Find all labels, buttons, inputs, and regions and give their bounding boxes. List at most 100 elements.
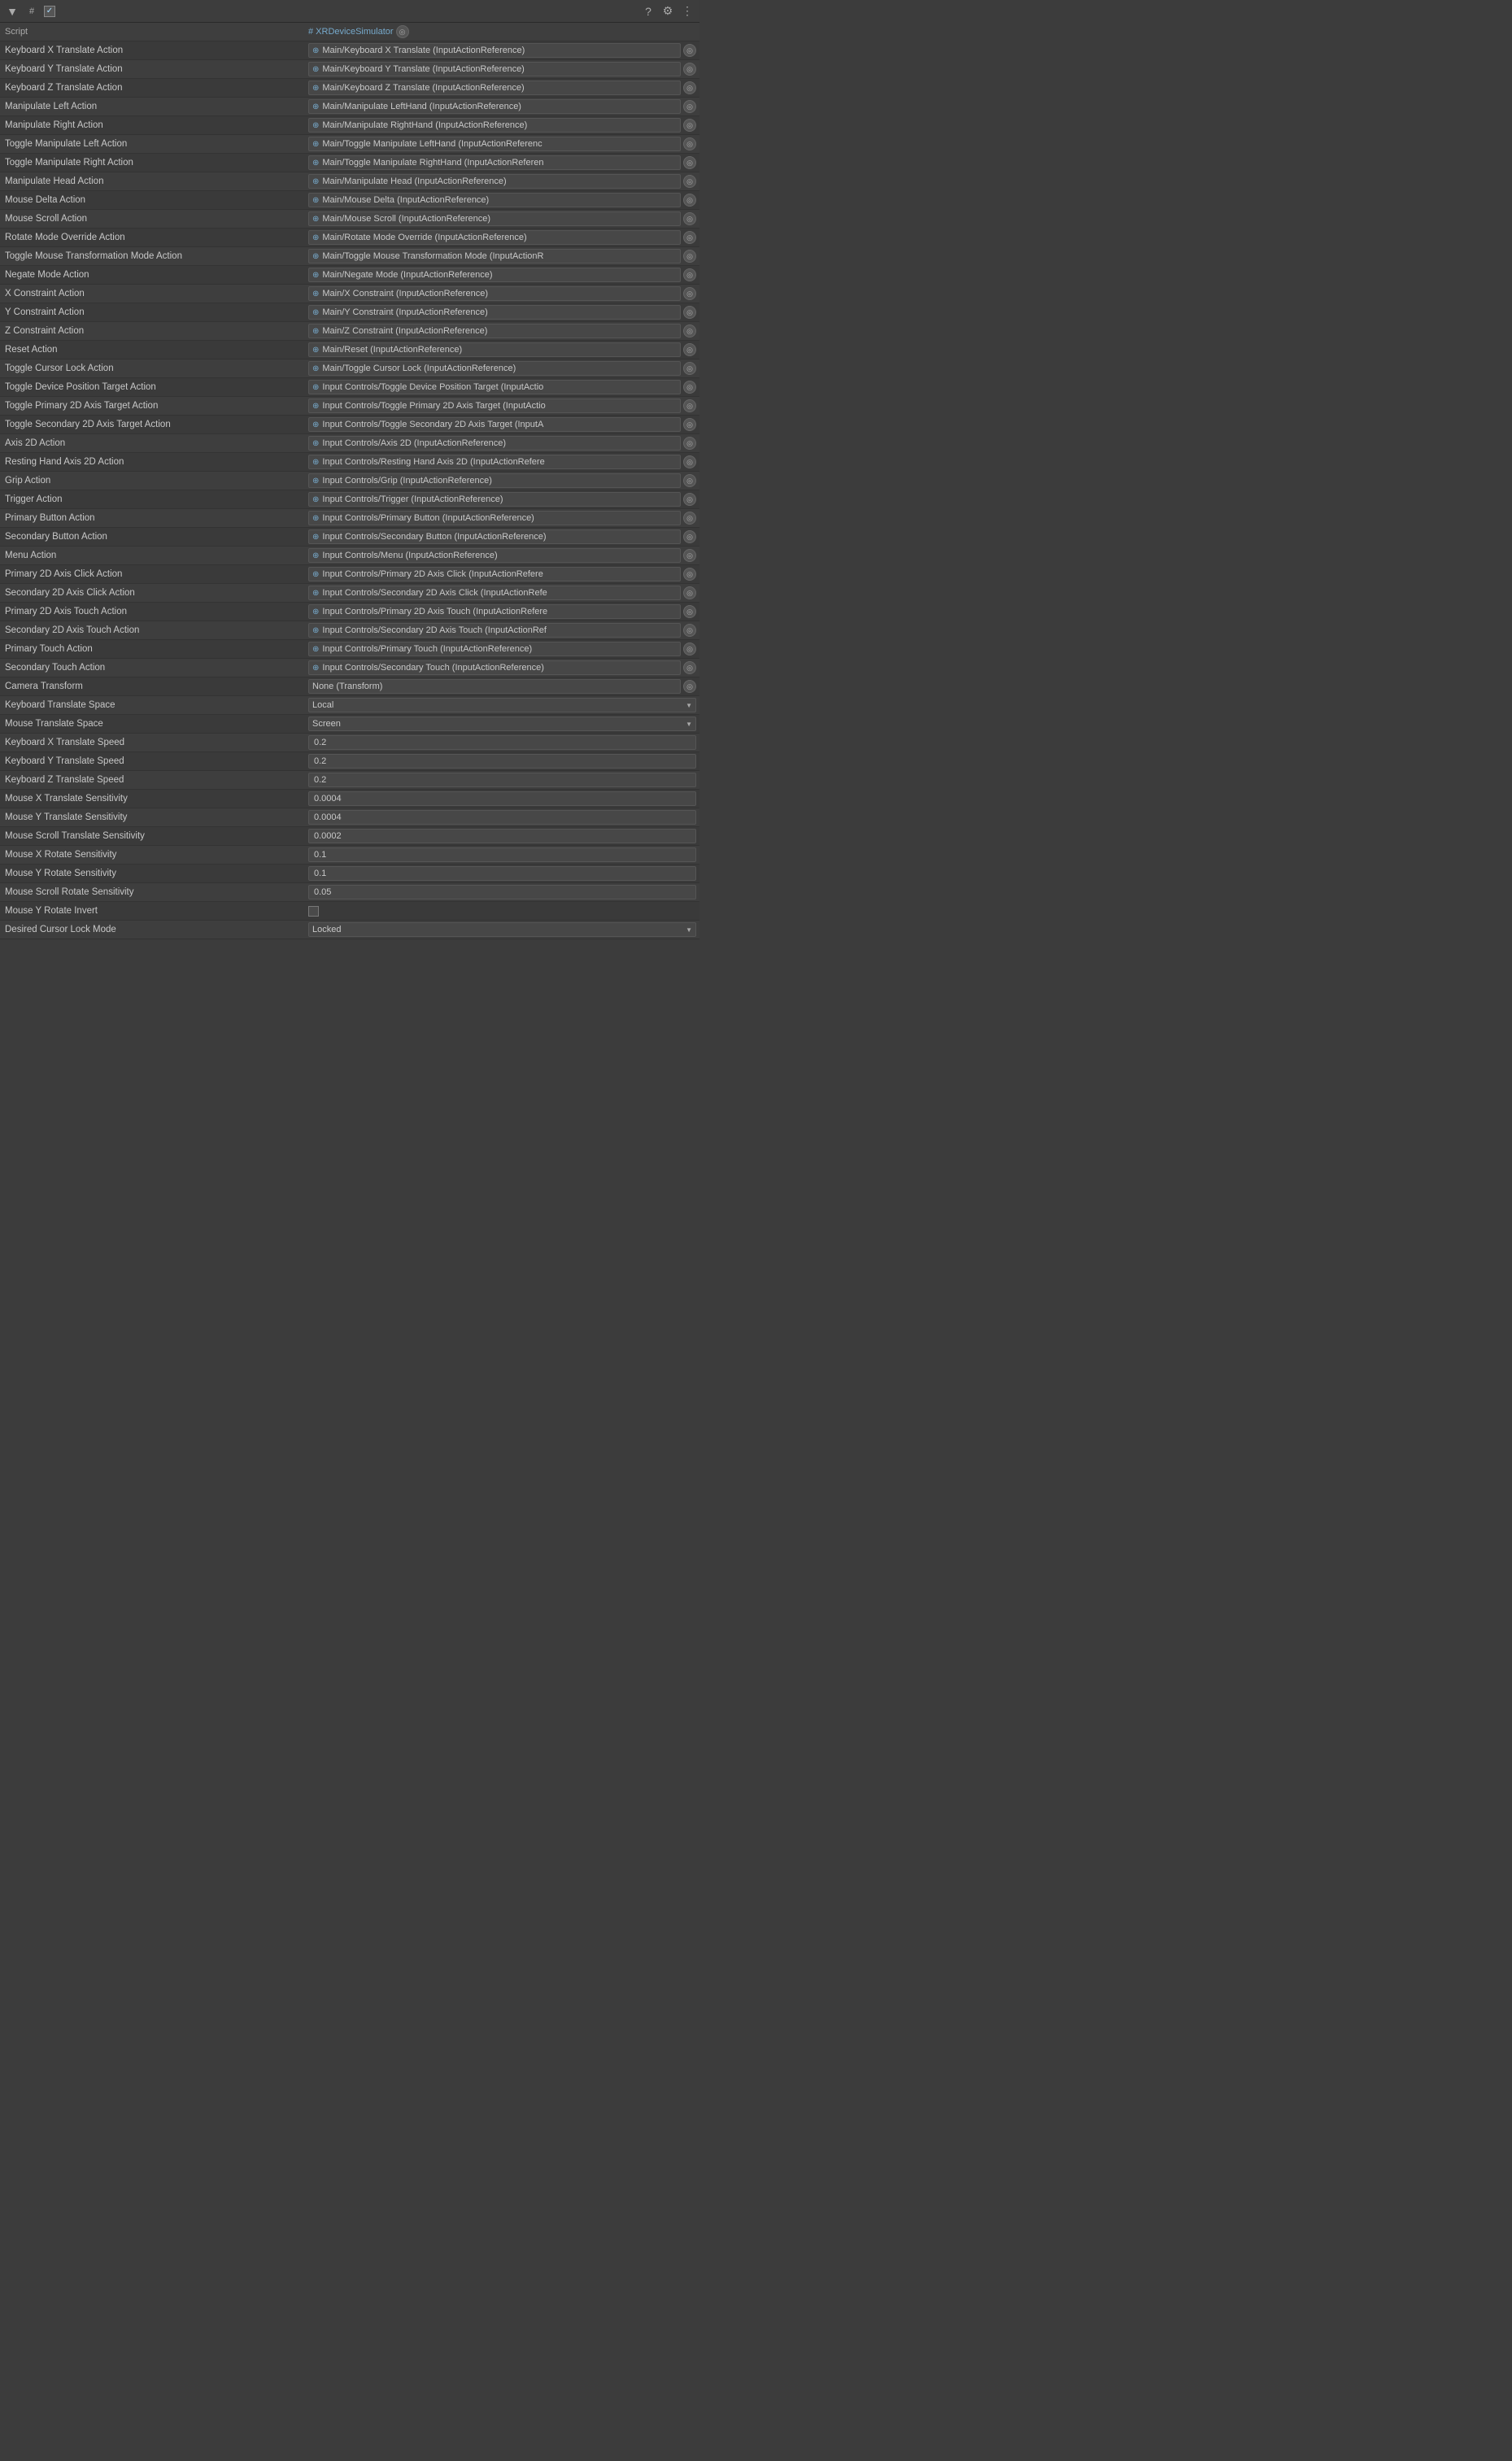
action-ref-box[interactable]: ⊕Input Controls/Secondary Touch (InputAc… (308, 660, 681, 675)
action-ref-icon: ⊕ (312, 46, 319, 55)
action-ref-box[interactable]: ⊕Main/Manipulate Head (InputActionRefere… (308, 174, 681, 189)
circle-select-btn[interactable]: ◎ (683, 399, 696, 412)
table-row: Grip Action⊕Input Controls/Grip (InputAc… (0, 472, 699, 490)
action-ref-box[interactable]: ⊕Main/Manipulate LeftHand (InputActionRe… (308, 99, 681, 114)
action-ref-box[interactable]: ⊕Input Controls/Toggle Device Position T… (308, 380, 681, 394)
action-ref-box[interactable]: ⊕Input Controls/Secondary 2D Axis Touch … (308, 623, 681, 638)
circle-select-btn[interactable]: ◎ (683, 418, 696, 431)
circle-select-btn[interactable]: ◎ (683, 474, 696, 487)
action-ref-box[interactable]: ⊕Main/Mouse Delta (InputActionReference) (308, 193, 681, 207)
row-value: ⊕Main/Z Constraint (InputActionReference… (305, 322, 699, 340)
action-ref-box[interactable]: ⊕Input Controls/Primary Touch (InputActi… (308, 642, 681, 656)
circle-select-btn[interactable]: ◎ (683, 119, 696, 132)
circle-select-btn[interactable]: ◎ (683, 493, 696, 506)
circle-select-btn[interactable]: ◎ (683, 343, 696, 356)
action-ref-box[interactable]: ⊕Input Controls/Primary 2D Axis Click (I… (308, 567, 681, 581)
action-ref-box[interactable]: ⊕Main/Keyboard Z Translate (InputActionR… (308, 81, 681, 95)
circle-select-btn[interactable]: ◎ (683, 437, 696, 450)
action-ref-box[interactable]: ⊕Main/Toggle Manipulate LeftHand (InputA… (308, 137, 681, 151)
circle-select-btn[interactable]: ◎ (683, 624, 696, 637)
circle-select-btn[interactable]: ◎ (683, 250, 696, 263)
action-ref-box[interactable]: ⊕Main/Negate Mode (InputActionReference) (308, 268, 681, 282)
row-value: ⊕Main/Y Constraint (InputActionReference… (305, 303, 699, 321)
row-label: Toggle Mouse Transformation Mode Action (0, 250, 305, 263)
circle-select-btn[interactable]: ◎ (683, 287, 696, 300)
circle-select-btn[interactable]: ◎ (683, 81, 696, 94)
none-ref-box[interactable]: None (Transform) (308, 679, 681, 694)
action-ref-box[interactable]: ⊕Main/Mouse Scroll (InputActionReference… (308, 211, 681, 226)
settings-icon[interactable]: ⚙ (660, 4, 675, 19)
action-ref-box[interactable]: ⊕Main/Toggle Cursor Lock (InputActionRef… (308, 361, 681, 376)
circle-select-btn[interactable]: ◎ (683, 100, 696, 113)
table-row: Toggle Primary 2D Axis Target Action⊕Inp… (0, 397, 699, 416)
number-field[interactable]: 0.1 (308, 866, 696, 881)
circle-select-btn[interactable]: ◎ (683, 362, 696, 375)
overflow-icon[interactable]: ⋮ (680, 4, 695, 19)
checkbox-field[interactable] (308, 906, 319, 917)
circle-select-btn[interactable]: ◎ (683, 231, 696, 244)
action-ref-box[interactable]: ⊕Input Controls/Axis 2D (InputActionRefe… (308, 436, 681, 451)
action-ref-text: Input Controls/Secondary Button (InputAc… (322, 532, 677, 542)
circle-select-btn[interactable]: ◎ (683, 605, 696, 618)
action-ref-box[interactable]: ⊕Main/Rotate Mode Override (InputActionR… (308, 230, 681, 245)
number-field[interactable]: 0.2 (308, 735, 696, 750)
circle-select-btn[interactable]: ◎ (396, 25, 409, 38)
circle-select-btn[interactable]: ◎ (683, 63, 696, 76)
circle-select-btn[interactable]: ◎ (683, 156, 696, 169)
circle-select-btn[interactable]: ◎ (683, 568, 696, 581)
circle-select-btn[interactable]: ◎ (683, 194, 696, 207)
action-ref-box[interactable]: ⊕Input Controls/Secondary 2D Axis Click … (308, 586, 681, 600)
circle-select-btn[interactable]: ◎ (683, 44, 696, 57)
action-ref-box[interactable]: ⊕Input Controls/Grip (InputActionReferen… (308, 473, 681, 488)
circle-select-btn[interactable]: ◎ (683, 642, 696, 656)
action-ref-box[interactable]: ⊕Main/Keyboard Y Translate (InputActionR… (308, 62, 681, 76)
action-ref-box[interactable]: ⊕Input Controls/Toggle Secondary 2D Axis… (308, 417, 681, 432)
circle-select-btn[interactable]: ◎ (683, 268, 696, 281)
circle-select-btn[interactable]: ◎ (683, 586, 696, 599)
number-field[interactable]: 0.2 (308, 773, 696, 787)
enabled-checkbox[interactable] (44, 6, 55, 17)
collapse-arrow[interactable]: ▼ (5, 4, 20, 19)
number-field[interactable]: 0.05 (308, 885, 696, 899)
circle-select-btn[interactable]: ◎ (683, 680, 696, 693)
action-ref-box[interactable]: ⊕Main/Z Constraint (InputActionReference… (308, 324, 681, 338)
action-ref-box[interactable]: ⊕Main/Toggle Manipulate RightHand (Input… (308, 155, 681, 170)
table-row: Manipulate Head Action⊕Main/Manipulate H… (0, 172, 699, 191)
circle-select-btn[interactable]: ◎ (683, 212, 696, 225)
action-ref-box[interactable]: ⊕Main/Keyboard X Translate (InputActionR… (308, 43, 681, 58)
circle-select-btn[interactable]: ◎ (683, 455, 696, 468)
circle-select-btn[interactable]: ◎ (683, 175, 696, 188)
action-ref-box[interactable]: ⊕Input Controls/Primary 2D Axis Touch (I… (308, 604, 681, 619)
action-ref-icon: ⊕ (312, 121, 319, 130)
number-field[interactable]: 0.0004 (308, 810, 696, 825)
select-field[interactable]: Locked▼ (308, 922, 696, 937)
action-ref-box[interactable]: ⊕Input Controls/Toggle Primary 2D Axis T… (308, 399, 681, 413)
circle-select-btn[interactable]: ◎ (683, 381, 696, 394)
action-ref-box[interactable]: ⊕Input Controls/Resting Hand Axis 2D (In… (308, 455, 681, 469)
action-ref-icon: ⊕ (312, 402, 319, 411)
select-field[interactable]: Screen▼ (308, 717, 696, 731)
action-ref-box[interactable]: ⊕Main/Manipulate RightHand (InputActionR… (308, 118, 681, 133)
action-ref-box[interactable]: ⊕Main/Reset (InputActionReference) (308, 342, 681, 357)
circle-select-btn[interactable]: ◎ (683, 661, 696, 674)
action-ref-box[interactable]: ⊕Input Controls/Menu (InputActionReferen… (308, 548, 681, 563)
action-ref-box[interactable]: ⊕Main/X Constraint (InputActionReference… (308, 286, 681, 301)
table-row: Toggle Manipulate Left Action⊕Main/Toggl… (0, 135, 699, 154)
circle-select-btn[interactable]: ◎ (683, 137, 696, 150)
action-ref-box[interactable]: ⊕Input Controls/Primary Button (InputAct… (308, 511, 681, 525)
action-ref-box[interactable]: ⊕Input Controls/Trigger (InputActionRefe… (308, 492, 681, 507)
number-field[interactable]: 0.1 (308, 847, 696, 862)
number-field[interactable]: 0.0004 (308, 791, 696, 806)
action-ref-box[interactable]: ⊕Main/Y Constraint (InputActionReference… (308, 305, 681, 320)
number-field[interactable]: 0.2 (308, 754, 696, 769)
help-icon[interactable]: ? (641, 4, 656, 19)
number-field[interactable]: 0.0002 (308, 829, 696, 843)
circle-select-btn[interactable]: ◎ (683, 306, 696, 319)
select-field[interactable]: Local▼ (308, 698, 696, 712)
circle-select-btn[interactable]: ◎ (683, 549, 696, 562)
action-ref-box[interactable]: ⊕Main/Toggle Mouse Transformation Mode (… (308, 249, 681, 264)
action-ref-box[interactable]: ⊕Input Controls/Secondary Button (InputA… (308, 529, 681, 544)
circle-select-btn[interactable]: ◎ (683, 512, 696, 525)
circle-select-btn[interactable]: ◎ (683, 325, 696, 338)
circle-select-btn[interactable]: ◎ (683, 530, 696, 543)
